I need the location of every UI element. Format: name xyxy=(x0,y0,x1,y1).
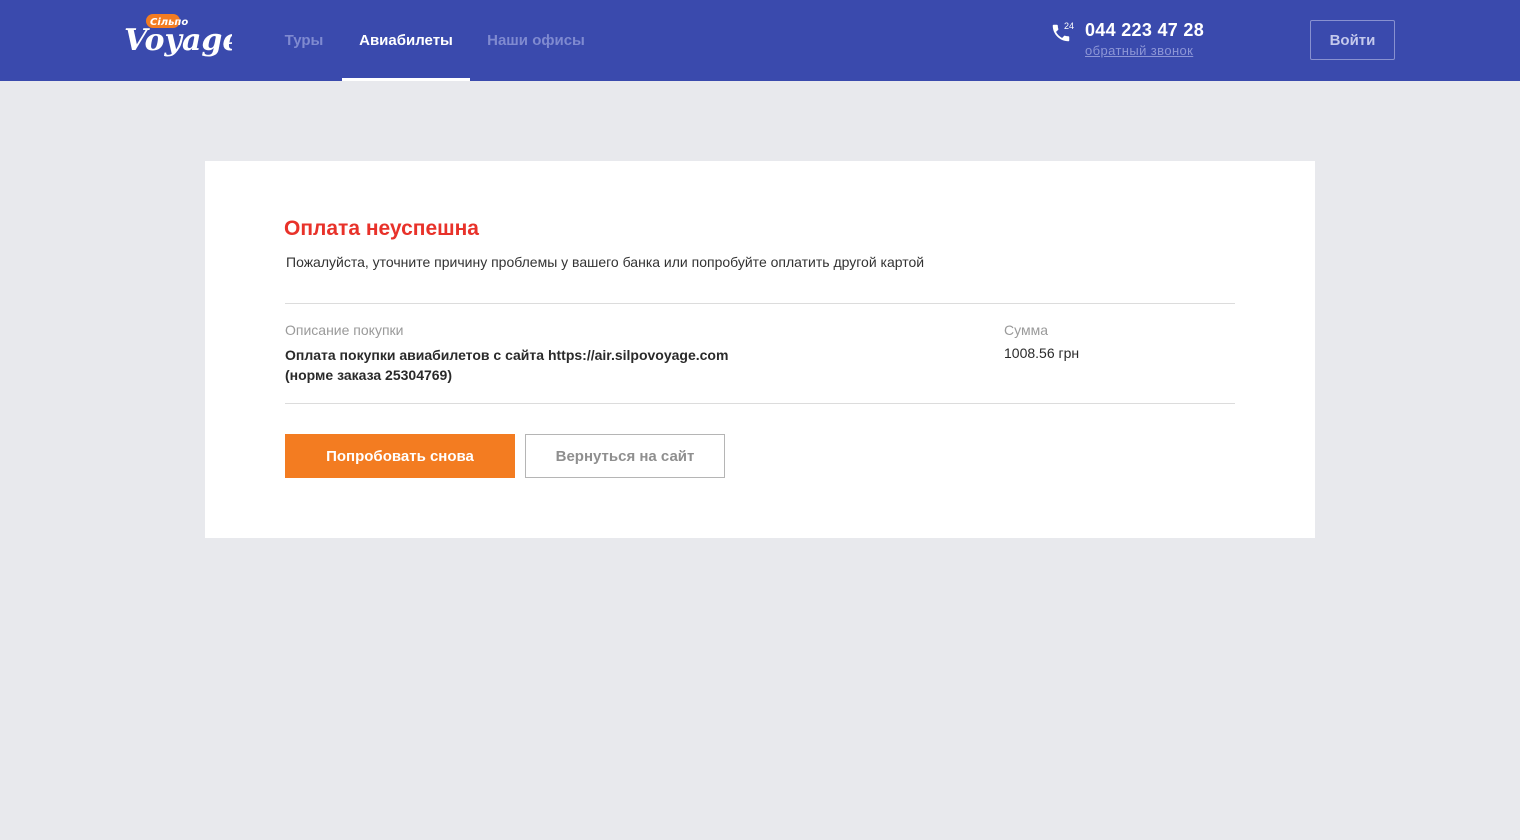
nav-tab-offices[interactable]: Наши офисы xyxy=(478,0,594,81)
payment-result-card: Оплата неуспешна Пожалуйста, уточните пр… xyxy=(205,161,1315,538)
nav-tab-avia[interactable]: Авиабилеты xyxy=(342,0,470,81)
svg-text:Voyage: Voyage xyxy=(124,23,232,58)
order-number-line: (норме заказа 25304769) xyxy=(285,367,452,383)
phone-number[interactable]: 044 223 47 28 xyxy=(1085,20,1204,41)
payment-failed-title: Оплата неуспешна xyxy=(284,217,479,240)
callback-link[interactable]: обратный звонок xyxy=(1085,43,1193,58)
top-header: Voyage Сільпо Туры Авиабилеты Наши офисы… xyxy=(0,0,1520,81)
divider xyxy=(285,403,1235,404)
sum-label: Сумма xyxy=(1004,322,1048,338)
retry-button[interactable]: Попробовать снова xyxy=(285,434,515,478)
nav-tab-tours[interactable]: Туры xyxy=(276,0,332,81)
sum-value: 1008.56 грн xyxy=(1004,345,1080,361)
purchase-description-label: Описание покупки xyxy=(285,322,404,338)
payment-failed-message: Пожалуйста, уточните причину проблемы у … xyxy=(286,254,925,270)
svg-text:Сільпо: Сільпо xyxy=(150,17,188,28)
voyage-logo[interactable]: Voyage Сільпо xyxy=(122,12,232,70)
phone-24-badge: 24 xyxy=(1064,21,1075,31)
purchase-description-value: Оплата покупки авиабилетов с сайта https… xyxy=(285,345,765,385)
back-to-site-button[interactable]: Вернуться на сайт xyxy=(525,434,725,478)
login-button[interactable]: Войти xyxy=(1310,20,1395,60)
divider xyxy=(285,303,1235,304)
purchase-description-line: Оплата покупки авиабилетов с сайта https… xyxy=(285,347,729,363)
